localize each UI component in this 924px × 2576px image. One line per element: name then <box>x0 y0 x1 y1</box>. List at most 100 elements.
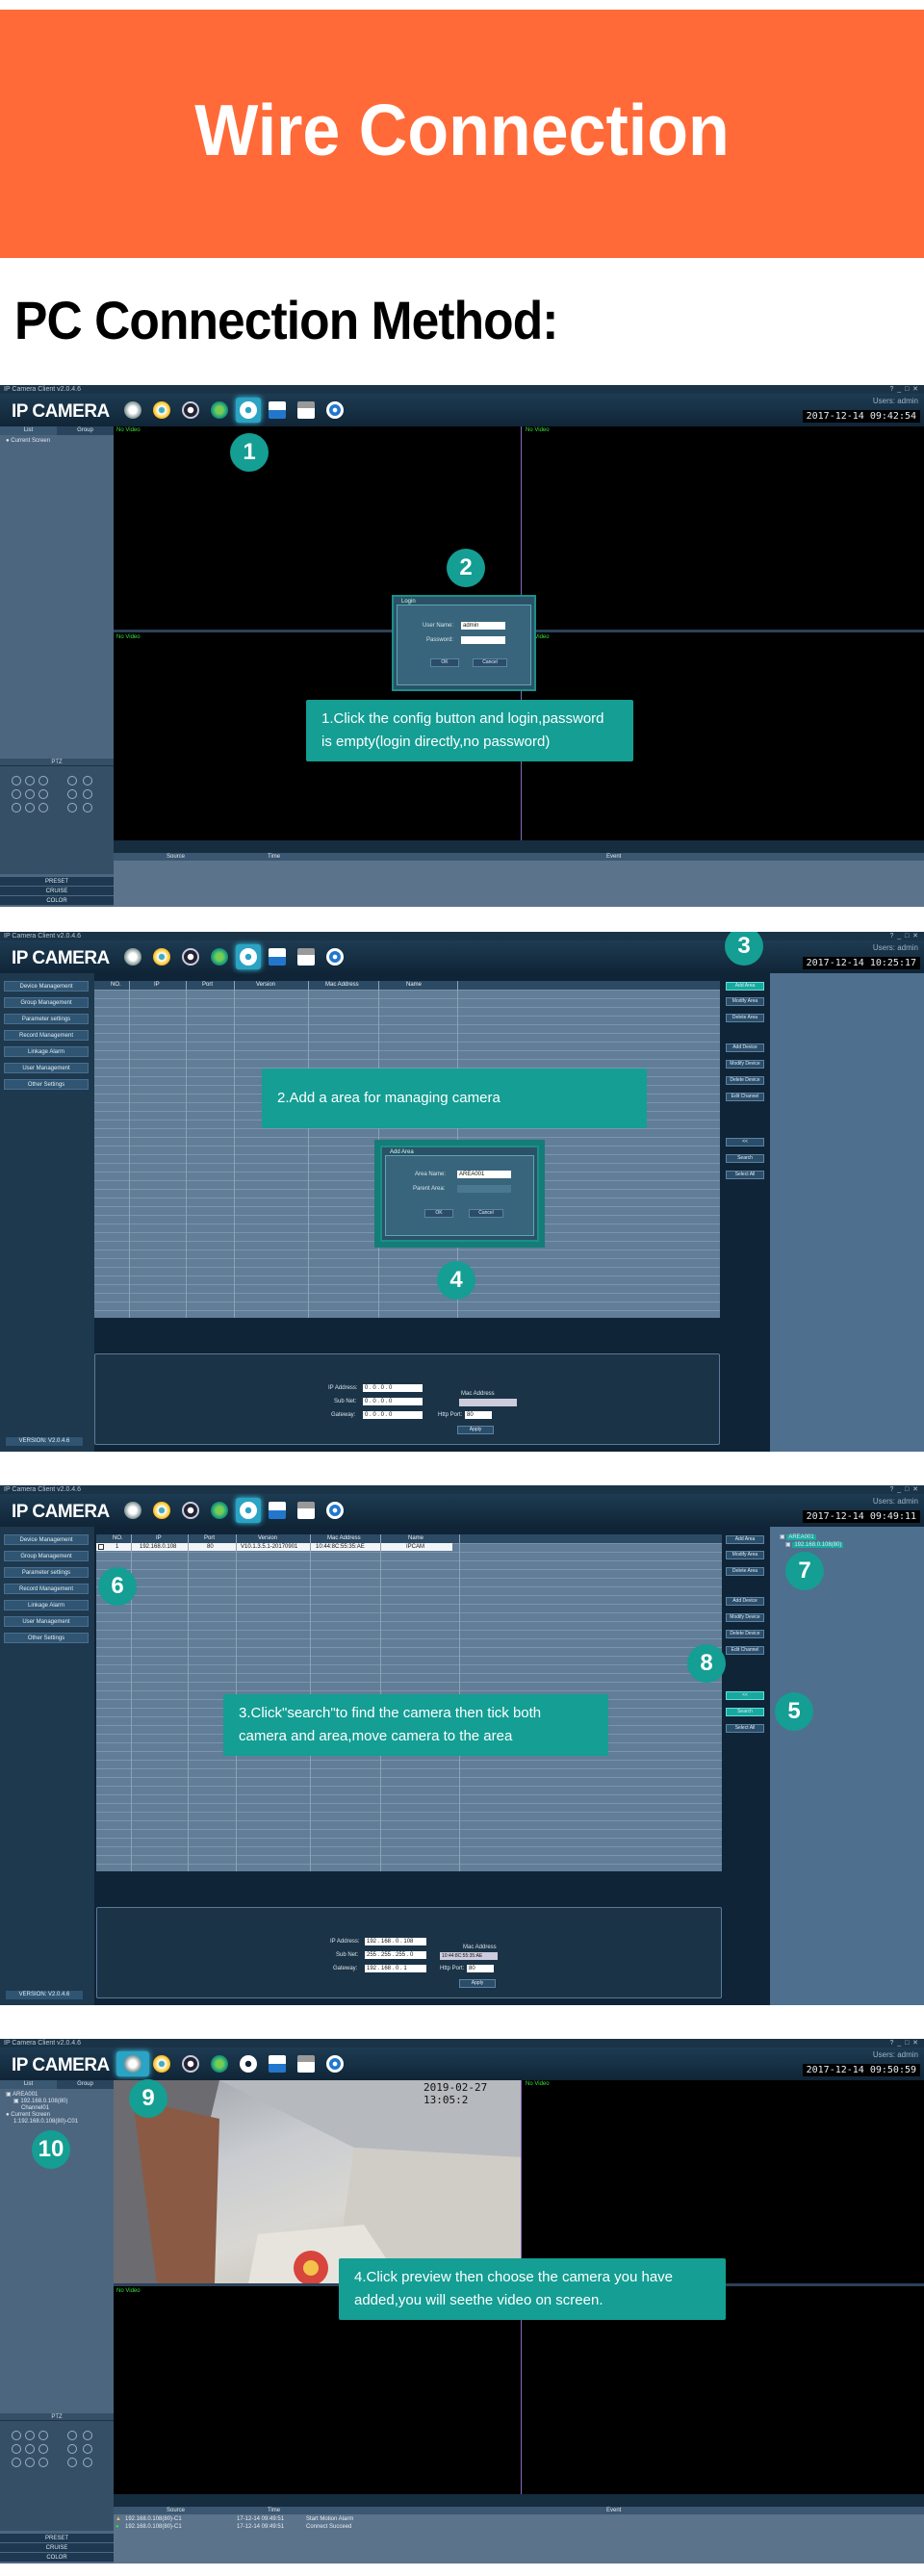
globe-icon[interactable] <box>207 398 232 423</box>
ok-button[interactable]: OK <box>424 1209 453 1218</box>
ptz-zoom-button[interactable] <box>83 2458 92 2467</box>
camera-icon[interactable] <box>120 398 145 423</box>
ptz-direction-button[interactable] <box>38 2444 48 2454</box>
lock-icon[interactable] <box>294 398 319 423</box>
menu-group-management[interactable]: Group Management <box>4 1551 89 1561</box>
row-checkbox[interactable] <box>98 1544 104 1550</box>
camera-feed[interactable]: 2019-02-27 13:05:2 <box>114 2080 521 2283</box>
aperture-icon[interactable] <box>178 2051 203 2076</box>
menu-linkage-alarm[interactable]: Linkage Alarm <box>4 1046 89 1057</box>
ptz-direction-button[interactable] <box>25 776 35 786</box>
aperture-icon[interactable] <box>178 398 203 423</box>
ptz-direction-button[interactable] <box>12 776 21 786</box>
color-button[interactable]: COLOR <box>0 2552 114 2562</box>
menu-parameter-settings[interactable]: Parameter settings <box>4 1567 89 1578</box>
ptz-direction-button[interactable] <box>38 776 48 786</box>
ptz-zoom-button[interactable] <box>67 2431 77 2440</box>
log-row[interactable]: ▲ 192.168.0.108(80)-C1 17-12-14 09:49:51… <box>114 2515 924 2523</box>
play-icon[interactable] <box>149 1498 174 1523</box>
menu-record-management[interactable]: Record Management <box>4 1030 89 1041</box>
power-icon[interactable] <box>322 1498 347 1523</box>
ptz-direction-button[interactable] <box>25 2431 35 2440</box>
apply-button[interactable]: Apply <box>457 1426 494 1434</box>
tab-list[interactable]: List <box>0 426 57 435</box>
tab-list[interactable]: List <box>0 2080 57 2089</box>
ptz-direction-button[interactable] <box>12 789 21 799</box>
tree-screen-channel[interactable]: 1:192.168.0.108(80)-C01 <box>13 2118 78 2125</box>
globe-icon[interactable] <box>207 944 232 969</box>
search-button[interactable]: Search <box>726 1154 764 1163</box>
gear-icon[interactable] <box>236 944 261 969</box>
ptz-direction-button[interactable] <box>12 2458 21 2467</box>
ptz-direction-button[interactable] <box>25 2458 35 2467</box>
ptz-zoom-button[interactable] <box>67 2444 77 2454</box>
tab-group[interactable]: Group <box>57 2080 114 2089</box>
save-icon[interactable] <box>265 398 290 423</box>
modify-device-button[interactable]: Modify Device <box>726 1613 764 1622</box>
save-icon[interactable] <box>265 1498 290 1523</box>
save-icon[interactable] <box>265 944 290 969</box>
menu-device-management[interactable]: Device Management <box>4 1534 89 1545</box>
ok-button[interactable]: OK <box>430 658 459 667</box>
move-to-area-button[interactable]: << <box>726 1138 764 1146</box>
search-button[interactable]: Search <box>726 1708 764 1716</box>
http-port-field[interactable]: 80 <box>465 1411 492 1419</box>
http-port-field[interactable]: 80 <box>467 1965 494 1972</box>
gateway-field[interactable]: 0 . 0 . 0 . 0 <box>363 1411 423 1419</box>
mac-field[interactable] <box>459 1399 517 1406</box>
video-control-strip[interactable] <box>114 840 924 853</box>
user-select[interactable]: admin <box>461 622 505 630</box>
ptz-direction-button[interactable] <box>38 789 48 799</box>
menu-user-management[interactable]: User Management <box>4 1063 89 1073</box>
ptz-zoom-button[interactable] <box>67 2458 77 2467</box>
play-icon[interactable] <box>149 2051 174 2076</box>
gear-icon[interactable] <box>236 2051 261 2076</box>
area-tree-panel[interactable]: ▣ AREA001 ▣ 192.168.0.108(80) <box>770 1527 924 2005</box>
modify-area-button[interactable]: Modify Area <box>726 997 764 1006</box>
ptz-direction-button[interactable] <box>12 2444 21 2454</box>
ptz-zoom-button[interactable] <box>83 2431 92 2440</box>
window-controls[interactable]: ? _ □ ✕ <box>889 932 918 940</box>
add-area-button[interactable]: Add Area <box>726 1535 764 1544</box>
menu-parameter-settings[interactable]: Parameter settings <box>4 1014 89 1024</box>
ptz-direction-button[interactable] <box>38 2458 48 2467</box>
play-icon[interactable] <box>149 398 174 423</box>
aperture-icon[interactable] <box>178 944 203 969</box>
ptz-zoom-button[interactable] <box>83 803 92 812</box>
move-to-area-button[interactable]: << <box>726 1691 764 1700</box>
delete-area-button[interactable]: Delete Area <box>726 1567 764 1576</box>
menu-device-management[interactable]: Device Management <box>4 981 89 992</box>
area-name-field[interactable]: AREA001 <box>457 1171 511 1178</box>
delete-device-button[interactable]: Delete Device <box>726 1630 764 1638</box>
log-row[interactable]: ● 192.168.0.108(80)-C1 17-12-14 09:49:51… <box>114 2523 924 2531</box>
cruise-button[interactable]: CRUISE <box>0 886 114 895</box>
preset-button[interactable]: PRESET <box>0 2533 114 2542</box>
edit-channel-button[interactable]: Edit Channel <box>726 1646 764 1655</box>
power-icon[interactable] <box>322 398 347 423</box>
area-tree-root[interactable]: ▣ AREA001 <box>780 1533 816 1541</box>
menu-record-management[interactable]: Record Management <box>4 1584 89 1594</box>
delete-device-button[interactable]: Delete Device <box>726 1076 764 1085</box>
play-icon[interactable] <box>149 944 174 969</box>
cancel-button[interactable]: Cancel <box>473 658 507 667</box>
area-tree-panel[interactable] <box>770 973 924 1452</box>
power-icon[interactable] <box>322 944 347 969</box>
power-icon[interactable] <box>322 2051 347 2076</box>
menu-other-settings[interactable]: Other Settings <box>4 1079 89 1090</box>
globe-icon[interactable] <box>207 1498 232 1523</box>
gateway-field[interactable]: 192 . 168 . 0 . 1 <box>365 1965 426 1972</box>
mask-field[interactable]: 255 . 255 . 255 . 0 <box>365 1951 426 1959</box>
select-all-button[interactable]: Select All <box>726 1171 764 1179</box>
ptz-zoom-button[interactable] <box>83 776 92 786</box>
table-row[interactable]: 1 192.168.0.108 80 V10.1.3.5.1-20170901 … <box>96 1543 452 1551</box>
apply-button[interactable]: Apply <box>459 1979 496 1988</box>
modify-device-button[interactable]: Modify Device <box>726 1060 764 1069</box>
edit-channel-button[interactable]: Edit Channel <box>726 1093 764 1101</box>
ptz-direction-button[interactable] <box>12 803 21 812</box>
window-controls[interactable]: ? _ □ ✕ <box>889 2039 918 2048</box>
color-button[interactable]: COLOR <box>0 895 114 905</box>
mac-field[interactable]: 10:44:8C:55:35:AE <box>440 1952 498 1960</box>
add-device-button[interactable]: Add Device <box>726 1597 764 1606</box>
lock-icon[interactable] <box>294 2051 319 2076</box>
tab-group[interactable]: Group <box>57 426 114 435</box>
